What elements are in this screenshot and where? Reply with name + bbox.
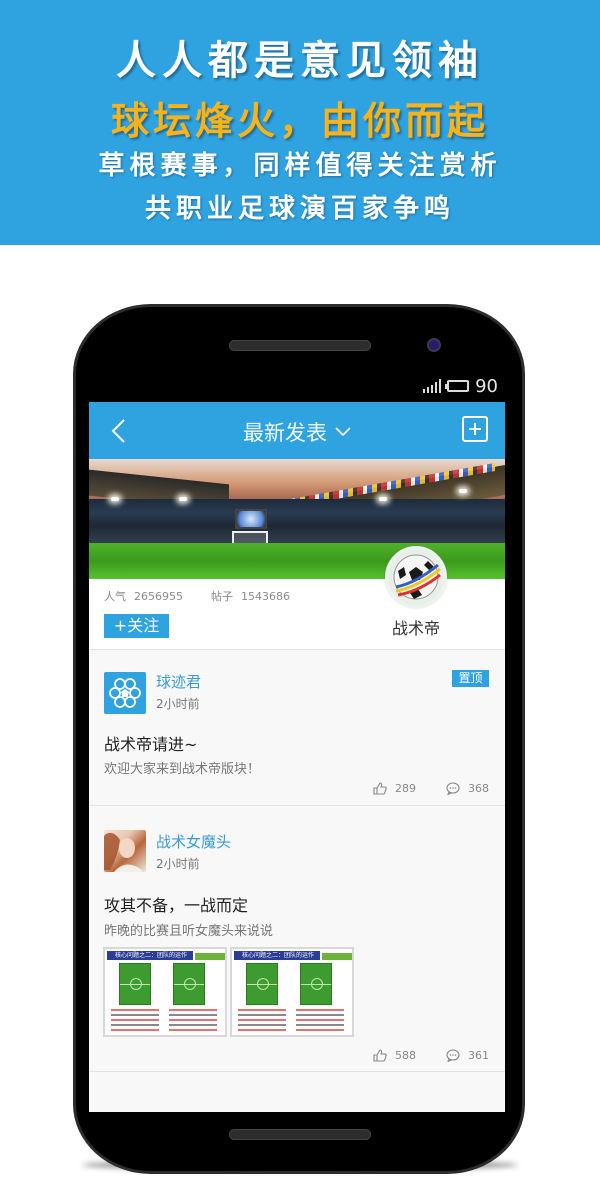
- post-time: 2小时前: [156, 857, 200, 871]
- navbar: 最新发表: [89, 402, 505, 459]
- comment-count: 361: [468, 1049, 489, 1062]
- banner-subline-1: 草根赛事，同样值得关注赏析: [98, 151, 502, 181]
- sort-dropdown[interactable]: 最新发表: [89, 417, 505, 447]
- like-button[interactable]: 588: [373, 1049, 416, 1062]
- post-title[interactable]: 战术帝请进~: [104, 731, 197, 755]
- app-screen: 最新发表 人气 2656955 帖子 1543686 +关注 战术帝 球迹君 2…: [89, 402, 505, 1112]
- post-actions: 289 368: [373, 782, 489, 795]
- battery-level: 90: [475, 375, 498, 397]
- battery-icon: [445, 380, 470, 392]
- author-name[interactable]: 球迹君: [156, 671, 201, 692]
- soccer-ball-icon: [393, 554, 441, 600]
- comment-bubble-icon: [446, 1049, 460, 1062]
- thumbs-up-icon: [373, 1049, 387, 1062]
- comment-count: 368: [468, 782, 489, 795]
- posts-count-value: 1543686: [241, 590, 290, 603]
- banner-slogan: 球坛烽火，由你而起: [110, 99, 489, 143]
- author-name[interactable]: 战术女魔头: [156, 831, 231, 852]
- follow-button[interactable]: +关注: [104, 614, 169, 638]
- board-stats: 人气 2656955 帖子 1543686: [104, 588, 290, 604]
- signal-icon: [423, 379, 442, 393]
- post-item[interactable]: 战术女魔头 2小时前 攻其不备，一战而定 昨晚的比赛且听女魔头来说说 核心问题之…: [89, 806, 505, 1071]
- pinned-badge: 置顶: [452, 670, 489, 687]
- thumbnail-caption: 核心问题之二：团队的运作: [234, 951, 320, 960]
- post-item[interactable]: 球迹君 2小时前 置顶 战术帝请进~ 欢迎大家来到战术帝版块！ 289 368: [89, 650, 505, 805]
- page-title: 最新发表: [243, 421, 327, 445]
- phone-speaker: [229, 340, 371, 351]
- board-name: 战术帝: [391, 619, 440, 638]
- banner-headline: 人人都是意见领袖: [116, 38, 484, 84]
- phone-home-bar: [229, 1129, 371, 1140]
- thumbs-up-icon: [373, 782, 387, 795]
- comment-button[interactable]: 368: [446, 782, 489, 795]
- hexagon-logo-icon: [109, 678, 141, 708]
- popularity-value: 2656955: [134, 590, 183, 603]
- promo-banner: 人人都是意见领袖 球坛烽火，由你而起 草根赛事，同样值得关注赏析 共职业足球演百…: [0, 0, 600, 245]
- post-title[interactable]: 攻其不备，一战而定: [104, 892, 248, 916]
- comment-button[interactable]: 361: [446, 1049, 489, 1062]
- user-photo-icon: [104, 832, 142, 872]
- post-time: 2小时前: [156, 697, 200, 711]
- like-count: 588: [395, 1049, 416, 1062]
- like-count: 289: [395, 782, 416, 795]
- post-description: 欢迎大家来到战术帝版块！: [104, 762, 261, 777]
- board-avatar: [385, 546, 447, 608]
- status-bar: 90: [423, 375, 498, 397]
- author-avatar[interactable]: [104, 830, 146, 872]
- author-avatar[interactable]: [104, 672, 146, 714]
- new-post-button[interactable]: [462, 416, 488, 442]
- thumbnail-caption: 核心问题之二：团队的运作: [107, 951, 193, 960]
- popularity-label: 人气: [104, 590, 126, 603]
- comment-bubble-icon: [446, 782, 460, 795]
- banner-subline-2: 共职业足球演百家争鸣: [144, 194, 455, 224]
- post-image-thumbnail[interactable]: 核心问题之二：团队的运作: [230, 947, 354, 1037]
- post-image-thumbnail[interactable]: 核心问题之二：团队的运作: [103, 947, 227, 1037]
- divider: [89, 1071, 505, 1072]
- post-description: 昨晚的比赛且听女魔头来说说: [104, 924, 274, 939]
- posts-count-label: 帖子: [211, 590, 233, 603]
- chevron-down-icon: [335, 418, 351, 442]
- phone-camera: [427, 338, 441, 352]
- post-actions: 588 361: [373, 1049, 489, 1062]
- like-button[interactable]: 289: [373, 782, 416, 795]
